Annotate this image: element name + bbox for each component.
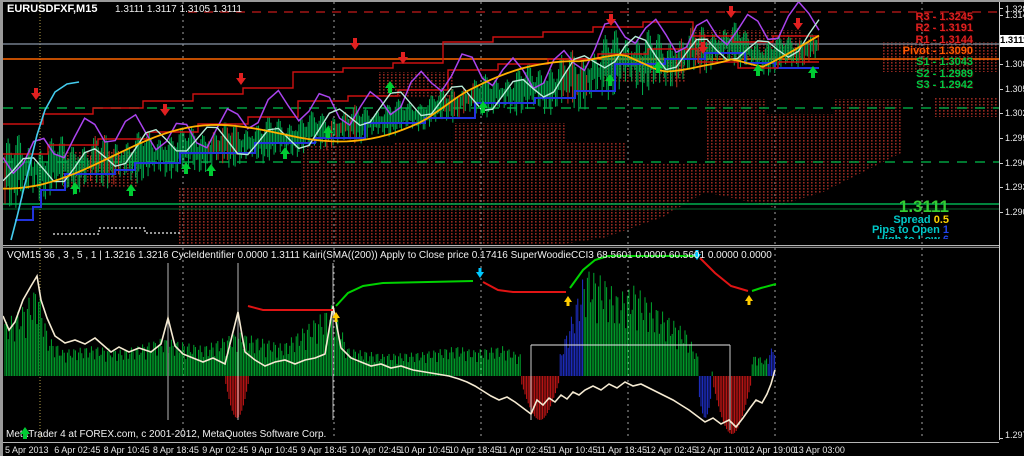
price-tick-label: 1.2905 [1005,207,1024,217]
time-label: 12 Apr 11:00 [695,445,745,455]
mt4-chart-window: EURUSDFXF,M15 1.3111 1.3117 1.3105 1.311… [0,0,1024,456]
time-axis[interactable]: 5 Apr 2013 6 Apr 02:45 8 Apr 10:458 Apr 18… [3,443,999,456]
arrow-up-icon [17,426,47,440]
high-to-low-label: High to Low [877,235,940,239]
time-label: 6 Apr 02:45 [54,445,100,455]
price-tick-label: 1.2935 [1005,182,1024,192]
price-tick-label: 1.2995 [1005,133,1024,143]
tick-dash [1000,8,1003,9]
main-chart-canvas[interactable] [3,2,999,245]
symbol-period-title: EURUSDFXF,M15 [7,3,97,15]
bid-price-big: 1.3111 [872,199,949,215]
indicator-scale-top: 1.3282 [1005,4,1024,14]
high-to-low-value: 6 [943,235,949,239]
time-label: 12 Apr 02:45 [646,445,697,455]
clipped-info-row: High to Low 6 [872,235,949,239]
price-tick-label: 1.3025 [1005,108,1024,118]
status-bar-text: MetaTrader 4 at FOREX.com, c 2001-2012, … [6,429,326,440]
indicator-canvas[interactable] [3,248,999,440]
time-label: 10 Apr 18:45 [449,445,500,455]
time-label: 8 Apr 10:45 [104,445,150,455]
main-chart-panel[interactable]: EURUSDFXF,M15 1.3111 1.3117 1.3105 1.311… [3,2,999,245]
time-label: 5 Apr 2013 [5,445,49,455]
time-label: 9 Apr 10:45 [252,445,298,455]
time-label: 9 Apr 02:45 [202,445,248,455]
time-label: 10 Apr 10:45 [399,445,450,455]
price-tick-label: 1.2965 [1005,158,1024,168]
tick-dash [1000,15,1003,16]
price-tick-label: 1.3055 [1005,84,1024,94]
price-tick-label: 1.3085 [1005,59,1024,69]
time-label: 9 Apr 18:45 [301,445,347,455]
price-scale[interactable]: 1.31451.31151.30851.30551.30251.29951.29… [999,2,1024,440]
quote-info-block: 1.3111 Spread 0.5 Pips to Open 1 High to… [872,199,949,239]
time-label: 8 Apr 18:45 [153,445,199,455]
tick-dash [1000,212,1003,213]
tick-dash [1000,438,1003,439]
indicator-scale-bottom: 1.2975 [1005,430,1024,440]
time-label: 13 Apr 03:00 [794,445,845,455]
time-label: 11 Apr 18:45 [597,445,647,455]
tick-dash [1000,113,1003,114]
indicator-panel[interactable]: VQM15 36 , 3 , 5 , 1 | 1.3216 1.3216 Cyc… [3,248,999,440]
time-label: 11 Apr 02:45 [498,445,548,455]
time-label: 11 Apr 10:45 [547,445,597,455]
indicator-header: VQM15 36 , 3 , 5 , 1 | 1.3216 1.3216 Cyc… [7,250,772,261]
tick-dash [1000,64,1003,65]
time-label: 10 Apr 02:45 [350,445,401,455]
tick-dash [1000,187,1003,188]
ohlc-values: 1.3111 1.3117 1.3105 1.3111 [115,4,242,15]
time-label: 12 Apr 19:00 [745,445,796,455]
current-price-box: 1.3111 [1000,35,1024,47]
tick-dash [1000,89,1003,90]
tick-dash [1000,163,1003,164]
tick-dash [1000,138,1003,139]
